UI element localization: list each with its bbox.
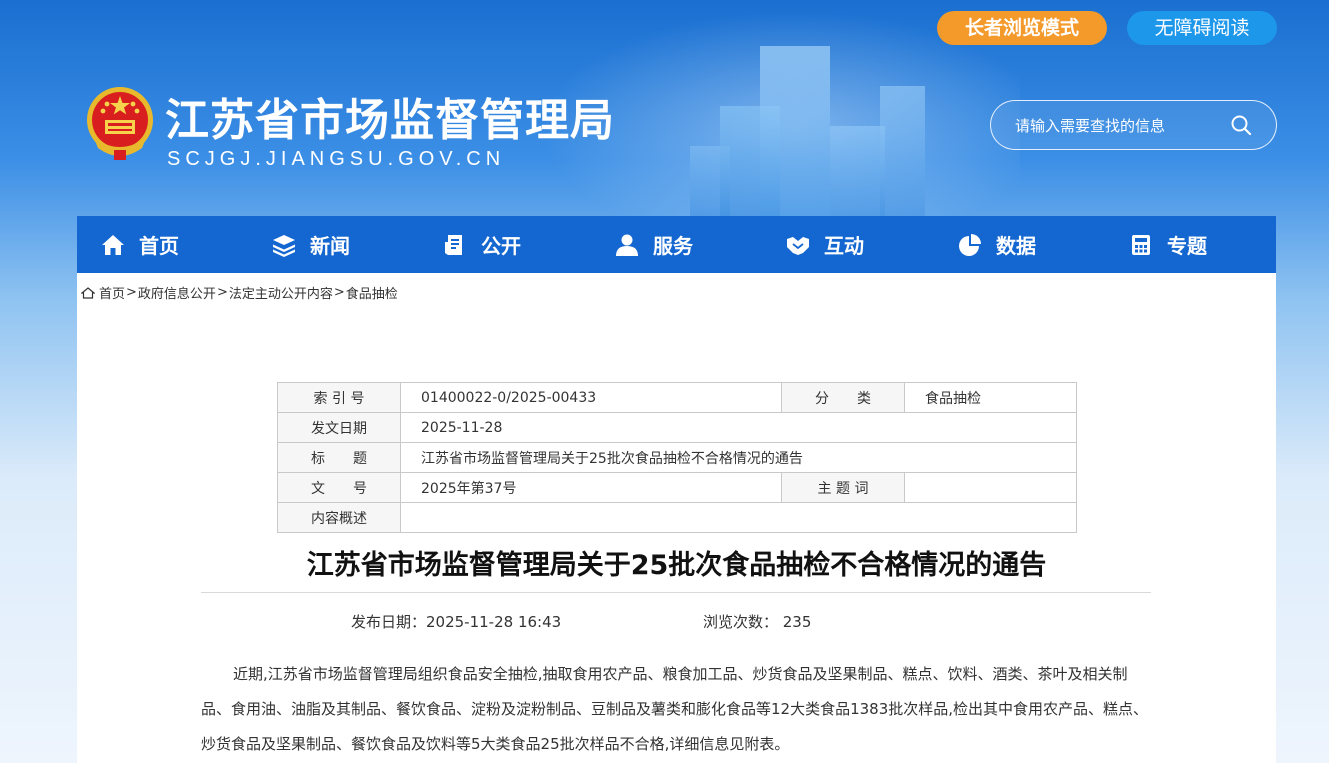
nav-item-label: 首页: [139, 234, 179, 258]
document-icon: [445, 234, 462, 255]
category-label: 分 类: [781, 382, 905, 413]
nav-item-service[interactable]: 服务: [615, 216, 693, 273]
docno-value: 2025年第37号: [400, 472, 782, 503]
nav-item-label: 服务: [653, 234, 693, 258]
nav-item-topics[interactable]: 专题: [1129, 216, 1207, 273]
elder-mode-button[interactable]: 长者浏览模式: [937, 11, 1107, 45]
home-icon: [81, 286, 95, 299]
nav-item-data[interactable]: 数据: [958, 216, 1036, 273]
user-icon: [616, 234, 638, 256]
article-content: 首页 > 政府信息公开 > 法定主动公开内容 > 食品抽检 索 引 号 0140002…: [77, 273, 1276, 763]
search-input[interactable]: [1013, 113, 1227, 139]
layers-icon: [273, 234, 295, 257]
title-label: 标 题: [277, 442, 401, 473]
breadcrumb-food-inspection[interactable]: 食品抽检: [346, 283, 398, 302]
breadcrumb: 首页 > 政府信息公开 > 法定主动公开内容 > 食品抽检: [81, 283, 398, 302]
banner-building: [880, 86, 925, 216]
search-box: [990, 100, 1277, 150]
accessible-reading-button[interactable]: 无障碍阅读: [1127, 11, 1277, 45]
nav-item-interact[interactable]: 互动: [786, 216, 864, 273]
keyword-label: 主 题 词: [781, 472, 905, 503]
main-nav: 首页 新闻 公开 服务 互动 数据 专题: [77, 216, 1276, 273]
nav-item-news[interactable]: 新闻: [272, 216, 350, 273]
home-icon: [102, 234, 124, 255]
nav-item-label: 公开: [481, 234, 521, 258]
search-icon[interactable]: [1230, 114, 1252, 136]
keyword-value: [904, 472, 1077, 503]
handshake-icon: [787, 236, 809, 255]
date-value: 2025-11-28: [400, 412, 1077, 443]
nav-item-label: 互动: [824, 234, 864, 258]
breadcrumb-statutory[interactable]: 法定主动公开内容: [229, 283, 333, 302]
breadcrumb-gov-info[interactable]: 政府信息公开: [138, 283, 216, 302]
nav-item-label: 数据: [996, 234, 1036, 258]
nav-item-public[interactable]: 公开: [443, 216, 521, 273]
index-label: 索 引 号: [277, 382, 401, 413]
publish-date: 发布日期：2025-11-28 16:43: [351, 613, 562, 631]
summary-label: 内容概述: [277, 502, 401, 533]
title-value: 江苏省市场监督管理局关于25批次食品抽检不合格情况的通告: [400, 442, 1077, 473]
banner-building: [830, 126, 885, 216]
pie-chart-icon: [959, 233, 981, 256]
view-count: 浏览次数： 235: [703, 613, 812, 631]
banner-building: [760, 46, 830, 216]
site-domain: SCJGJ.JIANGSU.GOV.CN: [167, 148, 506, 170]
breadcrumb-home[interactable]: 首页: [99, 283, 125, 302]
nav-item-home[interactable]: 首页: [101, 216, 179, 273]
summary-value: [400, 502, 1077, 533]
divider: [201, 592, 1151, 593]
index-value: 01400022-0/2025-00433: [400, 382, 782, 413]
date-label: 发文日期: [277, 412, 401, 443]
article-paragraph: 近期,江苏省市场监督管理局组织食品安全抽检,抽取食用农产品、粮食加工品、炒货食品…: [201, 665, 1149, 753]
national-emblem-logo: [87, 87, 153, 160]
nav-item-label: 新闻: [310, 234, 350, 258]
site-title: 江苏省市场监督管理局: [165, 95, 615, 146]
article-title: 江苏省市场监督管理局关于25批次食品抽检不合格情况的通告: [306, 550, 1047, 581]
document-metadata-table: 索 引 号 01400022-0/2025-00433 分 类 食品抽检 发文日…: [277, 382, 1077, 533]
category-value: 食品抽检: [904, 382, 1077, 413]
nav-item-label: 专题: [1167, 234, 1207, 258]
calculator-icon: [1132, 234, 1150, 255]
docno-label: 文 号: [277, 472, 401, 503]
